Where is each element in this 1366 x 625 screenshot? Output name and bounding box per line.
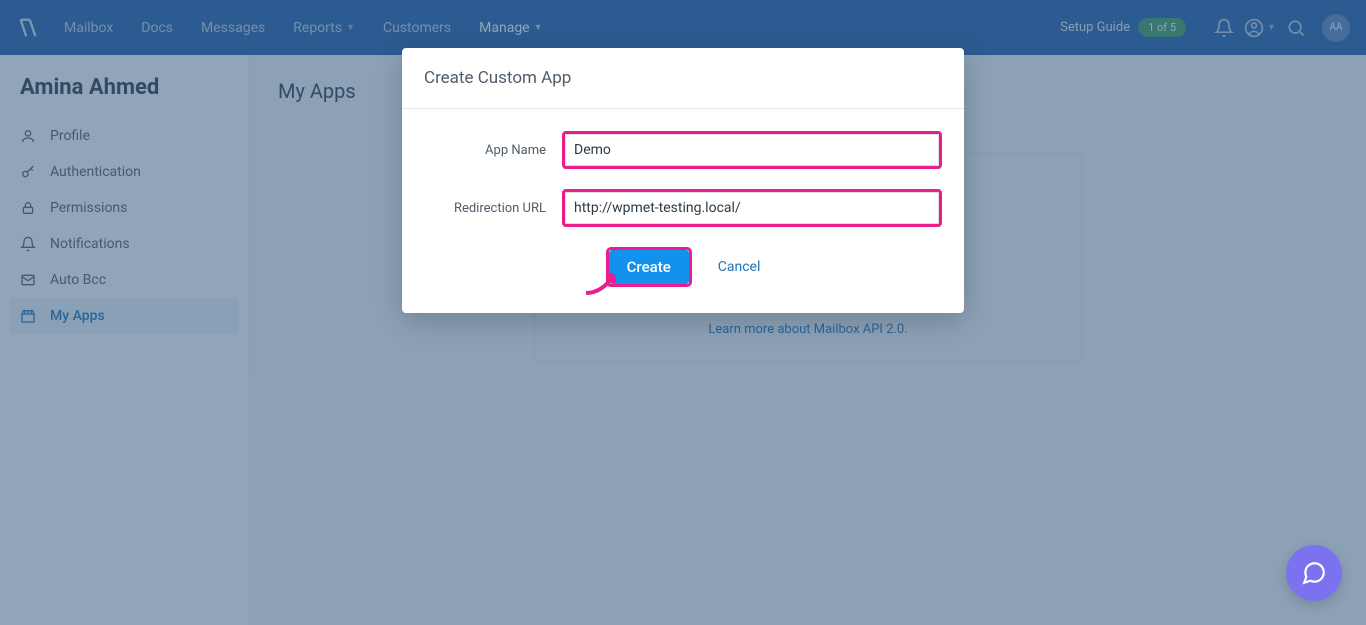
redirection-url-label: Redirection URL — [424, 201, 562, 216]
create-app-modal: Create Custom App App Name Redirection U… — [402, 48, 964, 313]
app-name-input[interactable] — [565, 134, 939, 166]
create-button[interactable]: Create — [609, 250, 689, 284]
help-widget-button[interactable] — [1286, 545, 1342, 601]
redirection-url-input[interactable] — [565, 192, 939, 224]
cancel-button[interactable]: Cancel — [718, 259, 761, 275]
app-name-label: App Name — [424, 143, 562, 158]
modal-title: Create Custom App — [402, 48, 964, 109]
modal-overlay: Create Custom App App Name Redirection U… — [0, 0, 1366, 625]
